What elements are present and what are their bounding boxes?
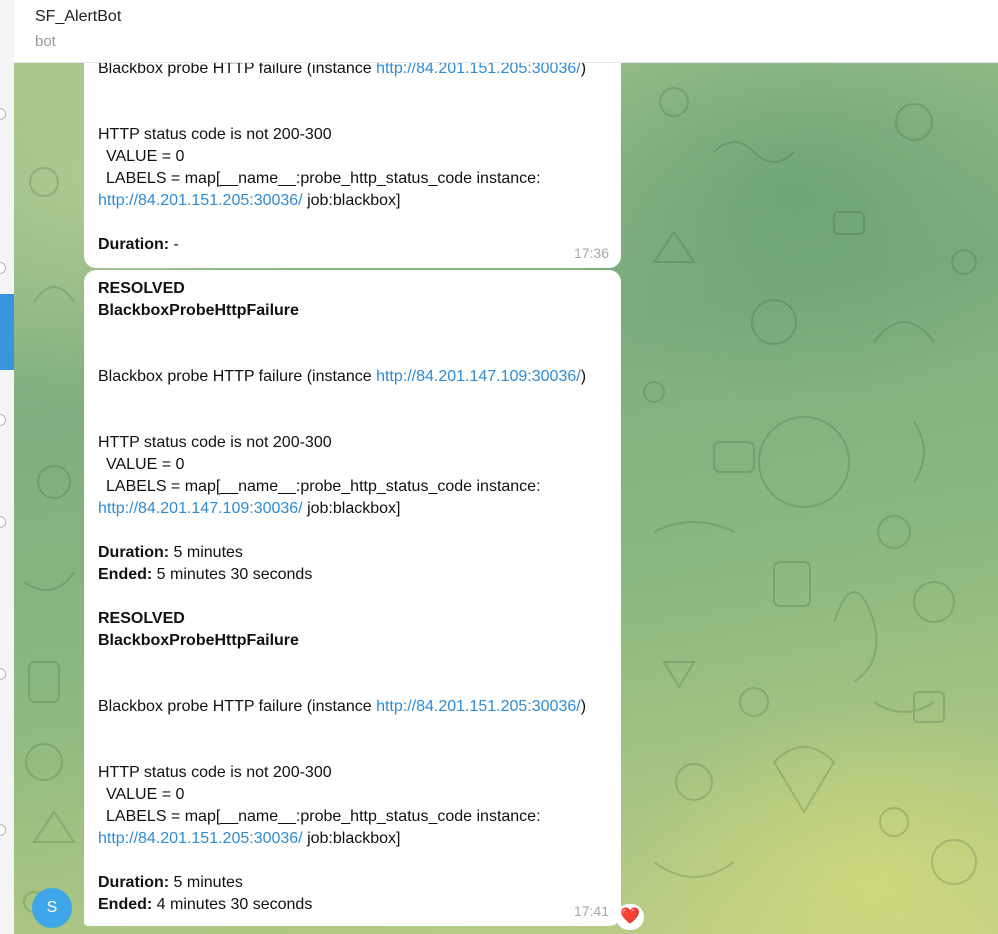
ended-label: Ended: <box>98 566 153 583</box>
chat-list-sidebar-edge <box>0 0 15 934</box>
alert-status: RESOLVED <box>98 278 607 300</box>
chat-header[interactable]: SF_AlertBot bot <box>14 0 998 63</box>
probe-text: Blackbox probe HTTP failure (instance <box>98 698 377 715</box>
sidebar-avatar-edge[interactable] <box>0 668 6 680</box>
alert-status: RESOLVED <box>98 608 607 630</box>
labels-link[interactable]: http://84.201.147.109:30036/ <box>98 500 303 517</box>
labels-job: job:blackbox] <box>302 192 401 209</box>
probe-close: ) <box>580 698 587 715</box>
labels-job: job:blackbox] <box>302 830 401 847</box>
value-text: VALUE = 0 <box>106 148 185 165</box>
message-time: 17:41 <box>573 903 609 919</box>
labels-text: LABELS = map[__name__:probe_http_status_… <box>106 808 541 825</box>
message-bubble[interactable]: RESOLVED BlackboxProbeHttpFailure Blackb… <box>84 270 621 926</box>
duration-line: Duration: 5 minutes <box>98 872 607 894</box>
ended-value: 5 minutes 30 seconds <box>152 566 313 583</box>
probe-line: Blackbox probe HTTP failure (instance ht… <box>98 366 607 388</box>
labels-line: http://84.201.151.205:30036/ job:blackbo… <box>98 190 607 212</box>
sidebar-avatar-edge[interactable] <box>0 824 6 836</box>
value-text: VALUE = 0 <box>106 456 185 473</box>
status-text: HTTP status code is not 200-300 <box>98 126 332 143</box>
sidebar-avatar-edge[interactable] <box>0 108 6 120</box>
alert-name-text: BlackboxProbeHttpFailure <box>98 302 299 319</box>
sidebar-avatar-edge[interactable] <box>0 414 6 426</box>
chat-subtitle: bot <box>35 33 56 50</box>
alert-status-text: RESOLVED <box>98 280 185 297</box>
status-text: HTTP status code is not 200-300 <box>98 434 332 451</box>
message-bubble[interactable]: Blackbox probe HTTP failure (instance ht… <box>84 62 621 268</box>
instance-link[interactable]: http://84.201.147.109:30036/ <box>376 368 581 385</box>
sidebar-avatar-edge[interactable] <box>0 516 6 528</box>
instance-link[interactable]: http://84.201.151.205:30036/ <box>376 698 581 715</box>
labels-text: LABELS = map[__name__:probe_http_status_… <box>106 170 541 187</box>
labels-link[interactable]: http://84.201.151.205:30036/ <box>98 192 303 209</box>
labels-text: LABELS = map[__name__:probe_http_status_… <box>106 478 541 495</box>
labels-line: http://84.201.147.109:30036/ job:blackbo… <box>98 498 607 520</box>
ended-line: Ended: 5 minutes 30 seconds <box>98 564 607 586</box>
duration-label: Duration: <box>98 236 170 253</box>
ended-value: 4 minutes 30 seconds <box>152 896 313 913</box>
alert-name-text: BlackboxProbeHttpFailure <box>98 632 299 649</box>
duration-label: Duration: <box>98 874 170 891</box>
status-text: HTTP status code is not 200-300 <box>98 764 332 781</box>
probe-text: Blackbox probe HTTP failure (instance <box>98 62 377 77</box>
ended-line: Ended: 4 minutes 30 seconds <box>98 894 607 916</box>
heart-reaction-icon[interactable]: ❤️ <box>616 904 644 930</box>
probe-text: Blackbox probe HTTP failure (instance <box>98 368 377 385</box>
probe-close: ) <box>580 368 587 385</box>
probe-line: Blackbox probe HTTP failure (instance ht… <box>98 696 607 718</box>
duration-line: Duration: 5 minutes <box>98 542 607 564</box>
labels-link[interactable]: http://84.201.151.205:30036/ <box>98 830 303 847</box>
labels-job: job:blackbox] <box>302 500 401 517</box>
probe-close: ) <box>580 62 587 77</box>
duration-value: 5 minutes <box>169 544 243 561</box>
duration-label: Duration: <box>98 544 170 561</box>
probe-line: Blackbox probe HTTP failure (instance ht… <box>98 62 607 80</box>
ended-label: Ended: <box>98 896 153 913</box>
duration-value: 5 minutes <box>169 874 243 891</box>
value-text: VALUE = 0 <box>106 786 185 803</box>
duration-value: - <box>169 236 179 253</box>
chat-message-area[interactable]: Blackbox probe HTTP failure (instance ht… <box>14 62 998 934</box>
alert-name: BlackboxProbeHttpFailure <box>98 300 607 322</box>
message-time: 17:36 <box>573 245 609 261</box>
duration-line: Duration: - <box>98 234 607 256</box>
alert-status-text: RESOLVED <box>98 610 185 627</box>
labels-line: http://84.201.151.205:30036/ job:blackbo… <box>98 828 607 850</box>
bot-avatar[interactable]: S <box>32 888 72 928</box>
alert-name: BlackboxProbeHttpFailure <box>98 630 607 652</box>
instance-link[interactable]: http://84.201.151.205:30036/ <box>376 62 581 77</box>
sidebar-avatar-edge[interactable] <box>0 262 6 274</box>
chat-title: SF_AlertBot <box>35 8 122 25</box>
sidebar-active-item[interactable] <box>0 294 14 370</box>
